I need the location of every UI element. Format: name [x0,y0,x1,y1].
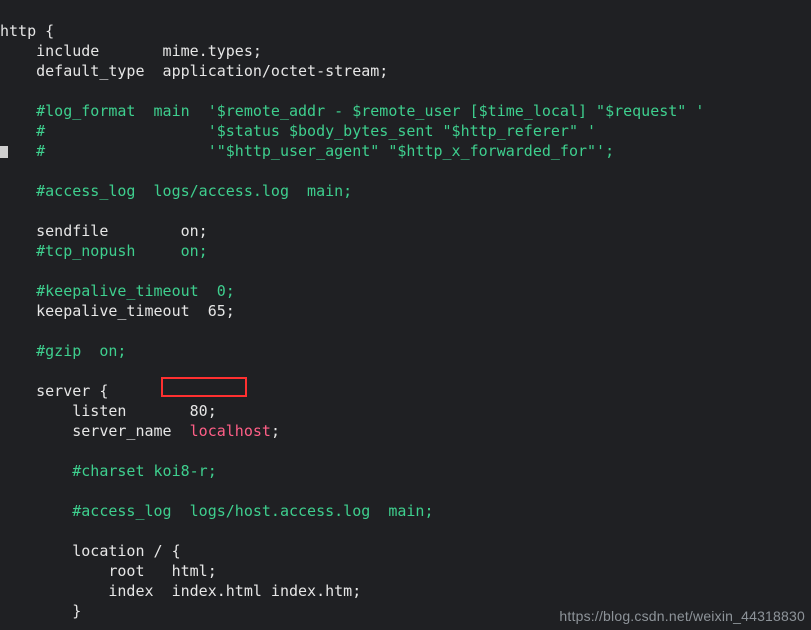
code-token [0,282,36,300]
watermark: https://blog.csdn.net/weixin_44318830 [559,606,805,626]
code-token: root html; [0,562,217,580]
code-token: #charset koi8-r; [72,462,217,480]
code-token: server { [0,382,108,400]
code-token: localhost [190,422,271,440]
code-token: include mime.types; [0,42,262,60]
code-token: #access_log logs/access.log main; [36,182,352,200]
code-token: # '"$http_user_agent" "$http_x_forwarded… [36,142,614,160]
code-token: #access_log logs/host.access.log main; [72,502,433,520]
code-token: sendfile on; [0,222,208,240]
code-token [0,502,72,520]
code-token: # '$status $body_bytes_sent "$http_refer… [36,122,596,140]
code-token: server_name [0,422,190,440]
code-token: http { [0,22,54,40]
code-block: http { include mime.types; default_type … [0,21,704,621]
code-token [0,182,36,200]
code-token: #gzip on; [36,342,126,360]
code-token: listen 80; [0,402,217,420]
code-token: index index.html index.htm; [0,582,361,600]
code-token: #keepalive_timeout 0; [36,282,235,300]
code-token: default_type application/octet-stream; [0,62,388,80]
code-token: #log_format main '$remote_addr - $remote… [36,102,704,120]
code-token: } [0,602,81,620]
code-token [0,102,36,120]
code-token: location / { [0,542,181,560]
code-token [0,242,36,260]
code-token [0,462,72,480]
code-token: ; [271,422,280,440]
code-token: #tcp_nopush on; [36,242,208,260]
code-token: keepalive_timeout 65; [0,302,235,320]
code-token [0,142,36,160]
code-editor: http { include mime.types; default_type … [0,0,811,630]
code-token [0,122,36,140]
code-token [0,342,36,360]
